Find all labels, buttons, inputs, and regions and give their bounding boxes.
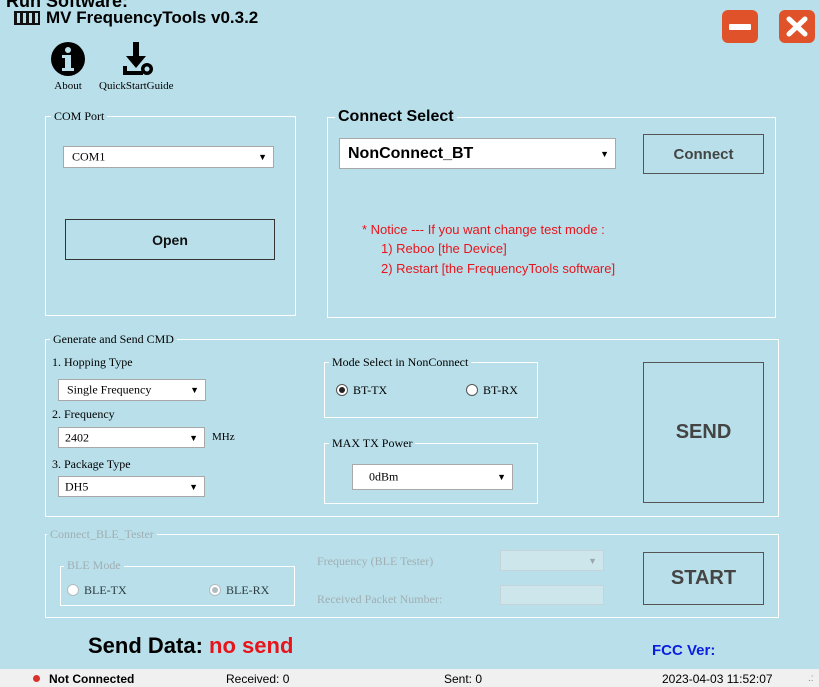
status-dot-icon	[33, 675, 40, 682]
com-port-group-label: COM Port	[51, 109, 108, 124]
resize-grip-icon: .:	[808, 673, 814, 684]
max-tx-power-label: MAX TX Power	[329, 436, 416, 451]
about-label: About	[54, 80, 82, 92]
ble-received-label: Received Packet Number:	[317, 592, 443, 606]
chevron-down-icon: ▼	[258, 152, 267, 162]
max-tx-power-value: 0dBm	[369, 469, 399, 484]
chevron-down-icon: ▼	[588, 555, 597, 566]
radio-button-icon	[336, 384, 348, 396]
app-logo-icon	[14, 11, 40, 25]
generate-send-label: Generate and Send CMD	[50, 332, 177, 347]
minimize-icon	[729, 24, 751, 30]
ble-tx-label: BLE-TX	[84, 583, 127, 597]
ble-frequency-select[interactable]: ▼	[500, 550, 604, 571]
send-data-row: Send Data: no send	[88, 633, 293, 659]
fcc-version-label: FCC Ver:	[652, 642, 716, 659]
ble-tester-label: Connect_BLE_Tester	[47, 527, 157, 542]
bt-tx-label: BT-TX	[353, 383, 388, 397]
ble-rx-radio[interactable]: BLE-RX	[209, 583, 289, 597]
frequency-select[interactable]: 2402 ▼	[58, 427, 205, 448]
notice-line-1: * Notice --- If you want change test mod…	[362, 222, 605, 237]
bt-tx-radio[interactable]: BT-TX	[336, 383, 406, 397]
close-icon	[786, 16, 808, 37]
bt-rx-label: BT-RX	[483, 383, 518, 397]
notice-line-3: 2) Restart [the FrequencyTools software]	[381, 261, 616, 276]
chevron-down-icon: ▼	[189, 432, 198, 443]
frequency-value: 2402	[65, 430, 89, 444]
download-settings-icon	[123, 42, 154, 75]
chevron-down-icon: ▼	[600, 148, 609, 159]
open-button[interactable]: Open	[65, 219, 275, 260]
ble-tx-radio[interactable]: BLE-TX	[67, 583, 147, 597]
radio-button-icon	[466, 384, 478, 396]
mode-select-label: Mode Select in NonConnect	[329, 355, 472, 370]
ble-frequency-label: Frequency (BLE Tester)	[317, 554, 434, 568]
connect-mode-value: NonConnect_BT	[348, 144, 474, 162]
frequency-unit: MHz	[212, 431, 235, 443]
radio-button-icon	[67, 584, 79, 596]
info-icon	[51, 42, 85, 76]
sent-count: Sent: 0	[444, 672, 483, 686]
close-button[interactable]	[779, 10, 815, 43]
ble-received-field[interactable]	[500, 585, 604, 605]
radio-button-icon	[209, 584, 221, 596]
received-count: Received: 0	[226, 672, 290, 686]
connect-select-label: Connect Select	[335, 108, 457, 126]
ble-rx-label: BLE-RX	[226, 583, 270, 597]
quickstart-label: QuickStartGuide	[99, 80, 174, 92]
com-port-select[interactable]: COM1 ▼	[63, 146, 274, 168]
send-button[interactable]: SEND	[643, 362, 764, 503]
hopping-type-select[interactable]: Single Frequency ▼	[58, 379, 206, 401]
minimize-button[interactable]	[722, 10, 758, 43]
com-port-value: COM1	[72, 149, 106, 164]
app-window: Run Software: MV FrequencyTools v0.3.2 A…	[0, 0, 819, 687]
package-type-label: 3. Package Type	[52, 457, 131, 471]
package-type-value: DH5	[65, 479, 89, 493]
start-button[interactable]: START	[643, 552, 764, 605]
chevron-down-icon: ▼	[497, 472, 506, 482]
ble-mode-label: BLE Mode	[64, 558, 124, 573]
window-title: MV FrequencyTools v0.3.2	[46, 8, 259, 27]
connect-button[interactable]: Connect	[643, 134, 764, 174]
chevron-down-icon: ▼	[190, 385, 199, 395]
bt-rx-radio[interactable]: BT-RX	[466, 383, 536, 397]
hopping-type-label: 1. Hopping Type	[52, 355, 133, 369]
chevron-down-icon: ▼	[189, 481, 198, 492]
connect-mode-select[interactable]: NonConnect_BT ▼	[339, 138, 616, 169]
package-type-select[interactable]: DH5 ▼	[58, 476, 205, 497]
status-bar: Not Connected Received: 0 Sent: 0 2023-0…	[0, 669, 819, 687]
send-data-label: Send Data:	[88, 633, 203, 658]
send-data-value: no send	[209, 633, 294, 658]
quickstart-tool[interactable]: QuickStartGuide	[99, 40, 174, 92]
notice-line-2: 1) Reboo [the Device]	[381, 241, 507, 256]
frequency-label: 2. Frequency	[52, 407, 115, 421]
hopping-type-value: Single Frequency	[67, 382, 152, 397]
about-tool[interactable]: About	[50, 40, 86, 92]
max-tx-power-select[interactable]: 0dBm ▼	[352, 464, 513, 490]
connection-status: Not Connected	[49, 672, 135, 686]
status-timestamp: 2023-04-03 11:52:07	[662, 672, 773, 686]
